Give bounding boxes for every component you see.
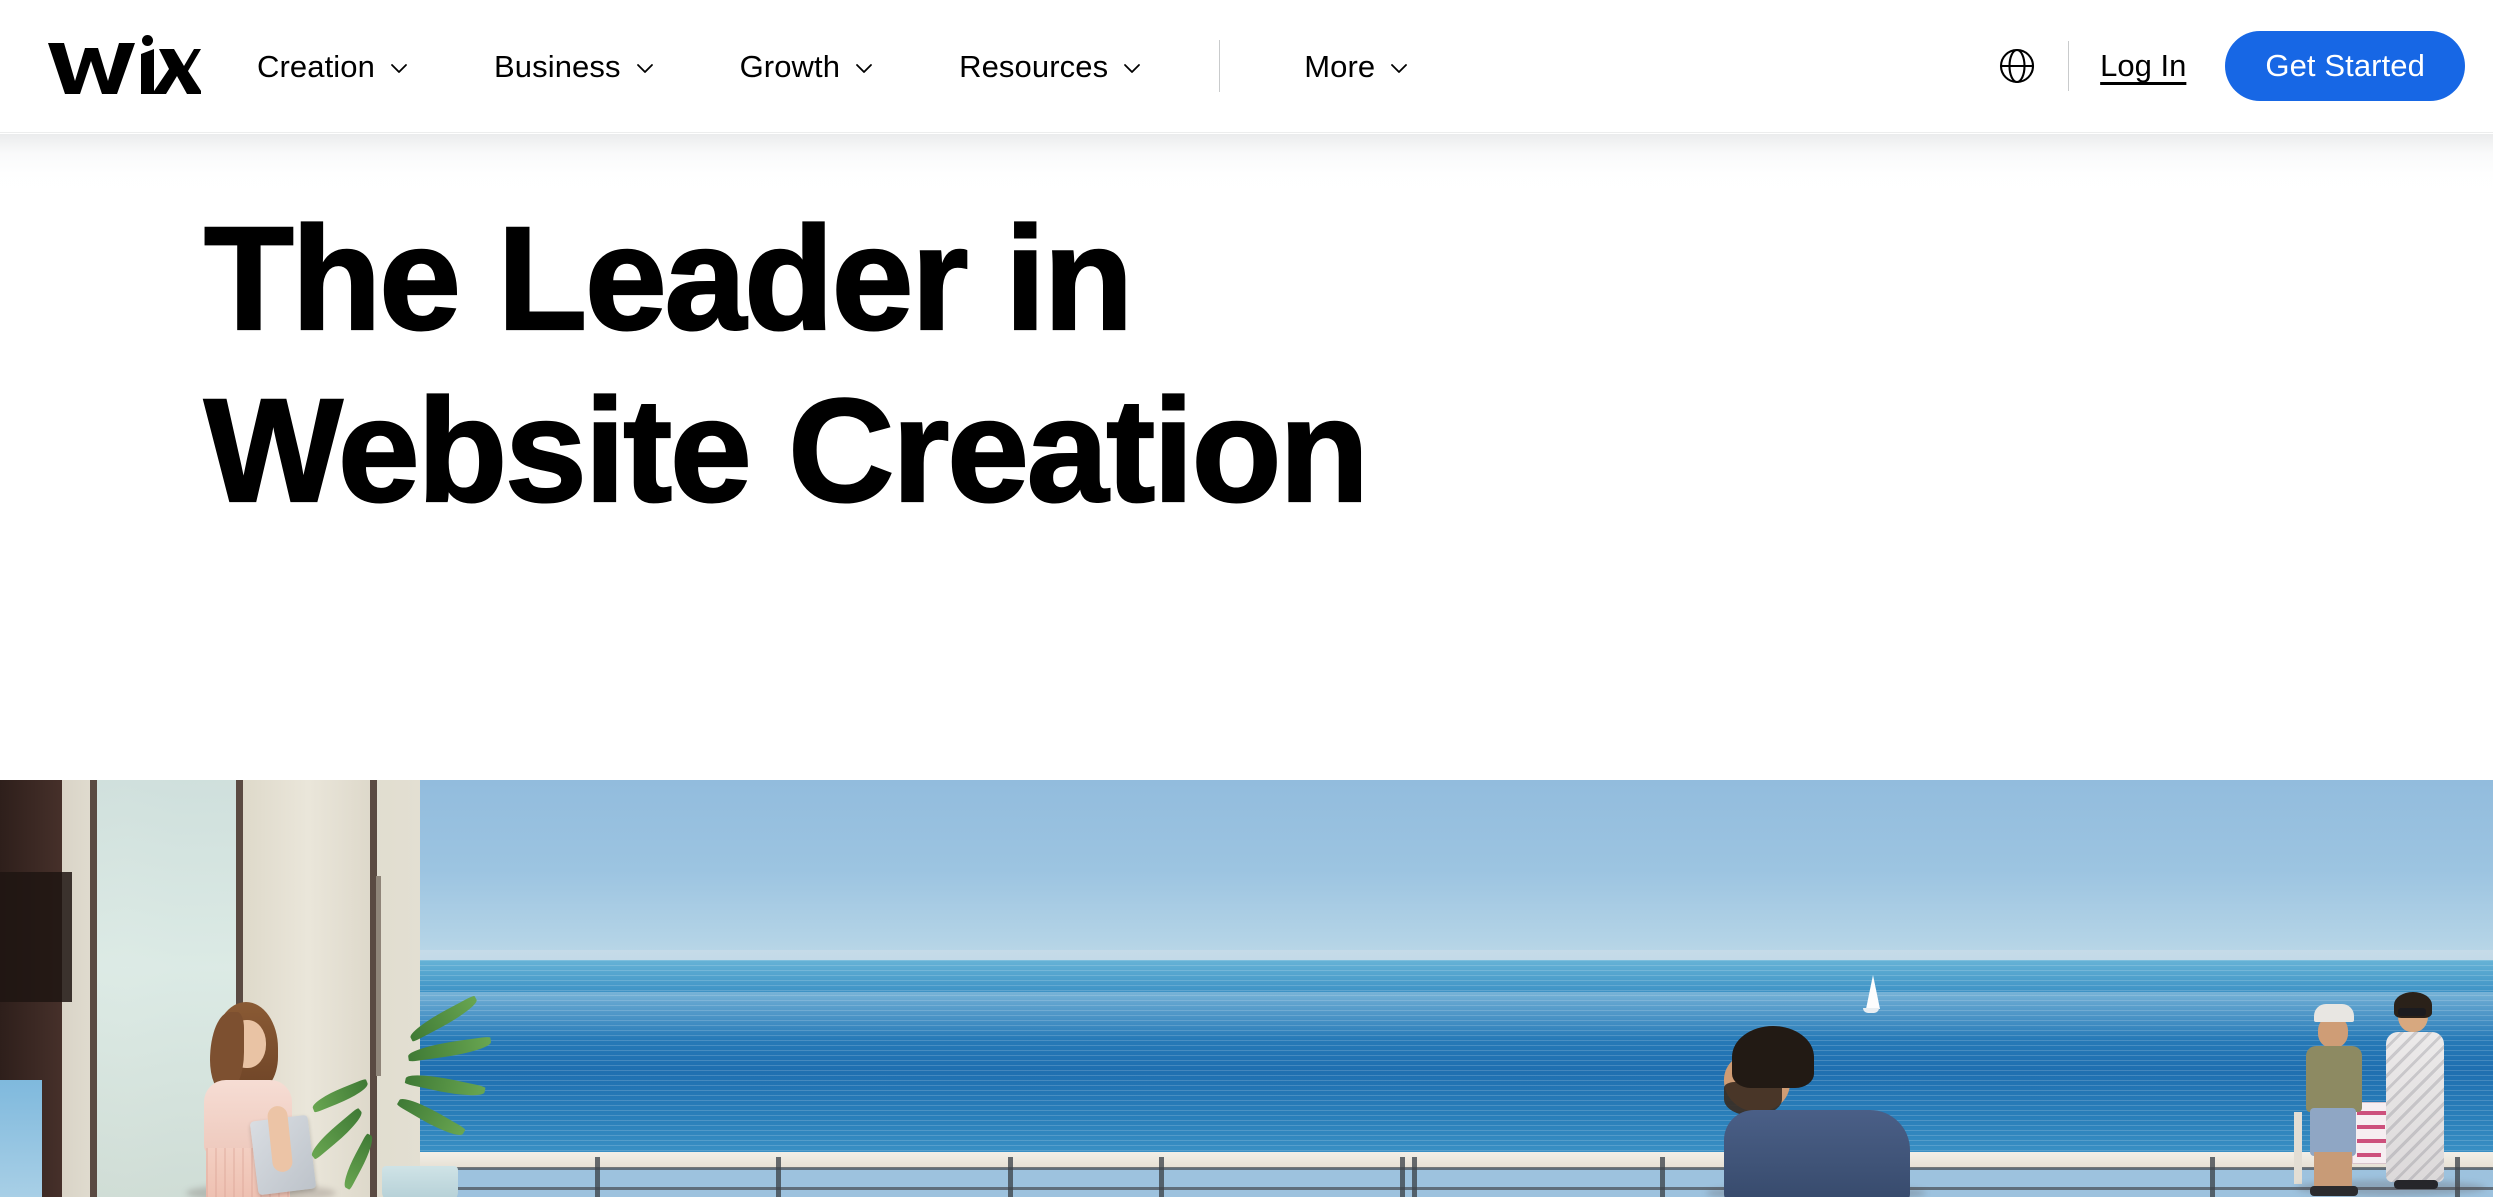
building-frame [90, 780, 97, 1197]
get-started-button[interactable]: Get Started [2225, 31, 2465, 101]
wix-logo-icon [48, 35, 201, 94]
page-root: Creation Business Growth Resources More … [0, 0, 2493, 1197]
hero-image [0, 780, 2493, 1197]
hero-title-line-2: Website Creation [203, 368, 1370, 534]
potted-plant [307, 995, 493, 1197]
railing-post [776, 1157, 781, 1197]
railing-post [1400, 1157, 1405, 1197]
sign-post [2294, 1112, 2302, 1184]
site-header: Creation Business Growth Resources More … [0, 0, 2493, 133]
man-hair [1732, 1026, 1814, 1088]
hero-section: The Leader in Website Creation [0, 133, 2493, 780]
railing-post [1412, 1157, 1417, 1197]
man-shoes [2310, 1186, 2358, 1196]
nav-item-growth-label: Growth [739, 48, 841, 84]
plant-leaf [407, 1036, 493, 1062]
chevron-down-icon [1388, 57, 1410, 79]
hero-scene-illustration [0, 780, 2493, 1197]
plant-leaf [404, 1070, 486, 1101]
man-tshirt [2306, 1046, 2362, 1112]
chevron-down-icon [1121, 57, 1143, 79]
nav-divider [1219, 40, 1221, 92]
sailboat-hull [1863, 1008, 1879, 1013]
chevron-down-icon [634, 57, 656, 79]
woman2-shoes [2394, 1180, 2438, 1189]
building-window [0, 872, 72, 1002]
woman-with-sunglasses [2380, 992, 2452, 1192]
man-with-cap [2302, 1004, 2370, 1196]
man-shorts [2310, 1108, 2356, 1156]
header-actions: Log In Get Started [1994, 31, 2465, 101]
railing-post [1159, 1157, 1164, 1197]
railing-post [1660, 1157, 1665, 1197]
sunglasses-icon [2398, 1008, 2426, 1016]
hero-title-line-1: The Leader in [203, 196, 1135, 362]
nav-item-resources[interactable]: Resources [959, 45, 1143, 88]
sailboat-sail [1866, 975, 1880, 1009]
globe-icon [1996, 45, 2038, 87]
primary-navigation: Creation Business Growth Resources More [257, 40, 1410, 92]
nav-item-business-label: Business [493, 48, 621, 84]
nav-item-more[interactable]: More [1304, 45, 1410, 88]
header-divider [2068, 41, 2070, 91]
couple-at-railing [2302, 992, 2482, 1196]
nav-item-growth[interactable]: Growth [740, 45, 876, 88]
railing-post [1008, 1157, 1013, 1197]
nav-item-more-label: More [1304, 48, 1376, 84]
woman2-dress [2386, 1032, 2444, 1182]
nav-item-business[interactable]: Business [494, 45, 656, 88]
chevron-down-icon [853, 57, 875, 79]
plant-leaf [396, 1092, 466, 1142]
wix-logo[interactable] [46, 35, 201, 97]
chevron-down-icon [388, 57, 410, 79]
nav-item-creation-label: Creation [257, 48, 375, 84]
building-blue-panel [0, 1080, 42, 1197]
page-title: The Leader in Website Creation [203, 194, 1370, 538]
language-selector-button[interactable] [1994, 43, 2040, 89]
man-in-blue-shirt [1718, 1026, 1938, 1197]
railing-post [595, 1157, 600, 1197]
baseball-cap [2314, 1004, 2354, 1022]
man-shirt [1724, 1110, 1910, 1197]
sailboat [1862, 975, 1880, 1015]
plant-pot [382, 1166, 458, 1197]
login-link[interactable]: Log In [2100, 48, 2186, 84]
railing-post [2210, 1157, 2215, 1197]
nav-item-creation[interactable]: Creation [257, 45, 410, 88]
man-legs [2314, 1152, 2352, 1190]
nav-item-resources-label: Resources [959, 48, 1109, 84]
woman-with-laptop [196, 1002, 336, 1197]
